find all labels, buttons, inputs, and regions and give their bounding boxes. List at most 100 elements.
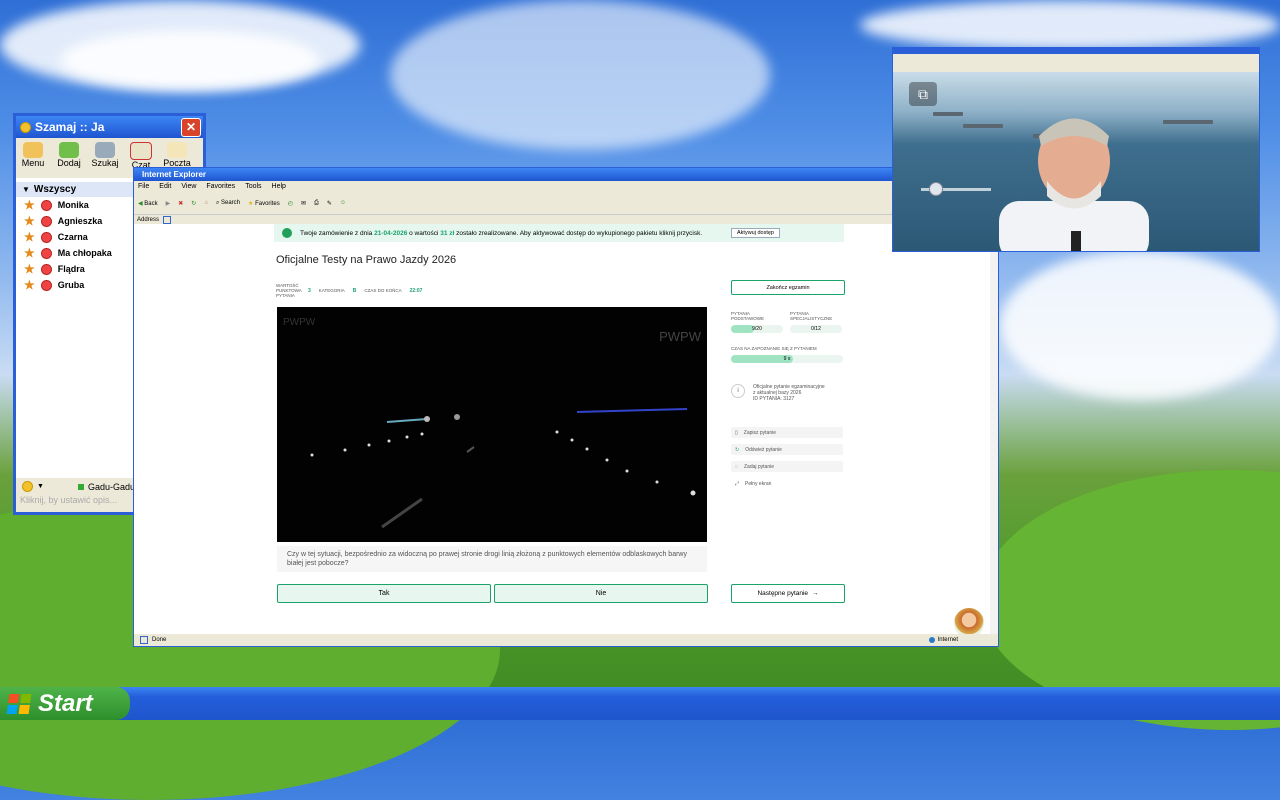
add-icon (59, 142, 79, 158)
end-exam-button[interactable]: Zakończ egzamin (731, 280, 845, 295)
webcam-view: ⧉ (893, 72, 1259, 251)
ie-status-bar: Done Internet (134, 634, 998, 646)
page-title: Oficjalne Testy na Prawo Jazdy 2026 (276, 254, 457, 266)
support-avatar[interactable] (954, 608, 984, 636)
ask-question-button[interactable]: ◌ Zadaj pytanie (731, 461, 843, 472)
star-icon: ★ (24, 262, 35, 276)
fullscreen-button[interactable]: ⤢ Pełny ekran (731, 478, 843, 489)
chat-icon (130, 142, 152, 160)
favorites-button[interactable]: ★ Favorites (248, 200, 280, 207)
page-icon (140, 636, 148, 644)
activate-access-button[interactable]: Aktywuj dostęp (731, 228, 780, 238)
question-text: Czy w tej sytuacji, bezpośrednio za wido… (277, 546, 707, 572)
basic-progress-bar: 9/20 (731, 325, 783, 333)
status-icon (40, 279, 52, 291)
home-icon[interactable]: ⌂ (204, 200, 208, 206)
star-icon: ★ (24, 246, 35, 260)
refresh-icon: ↻ (735, 446, 740, 453)
back-button[interactable]: ◀ Back (138, 200, 158, 207)
exam-meta: WARTOŚĆ PUNKTOWA PYTANIA 3 KATEGORIA B CZA… (276, 283, 423, 298)
question-video[interactable]: PWPW PWPW (277, 307, 707, 542)
time-progress-bar: 9 s (731, 355, 843, 363)
save-question-button[interactable]: ▯ Zapisz pytanie (731, 427, 843, 438)
stop-icon[interactable]: ✖ (178, 200, 183, 207)
mail-icon[interactable]: ✉ (301, 200, 306, 207)
answer-no-button[interactable]: Nie (494, 584, 708, 603)
road-scene (310, 408, 696, 529)
slider-handle[interactable] (929, 182, 943, 196)
chat-icon: ◌ (735, 463, 738, 470)
status-icon (40, 247, 52, 259)
close-icon[interactable]: ✕ (181, 118, 201, 137)
menu-button[interactable]: Menu (20, 142, 46, 174)
network-status-icon (77, 483, 84, 490)
search-button[interactable]: ⌕ Search (216, 200, 240, 207)
internet-zone-icon (928, 637, 935, 643)
pwpw-logo-left: PWPW (283, 317, 316, 328)
folder-icon (23, 142, 43, 158)
menu-favorites[interactable]: Favorites (206, 183, 235, 190)
refresh-question-button[interactable]: ↻ Odśwież pytanie (731, 444, 843, 455)
menu-file[interactable]: File (138, 183, 149, 190)
star-icon: ★ (24, 198, 35, 212)
ie-toolbar: ◀ Back ▶ ✖ ↻ ⌂ ⌕ Search ★ Favorites ◴ ✉ … (134, 192, 998, 215)
ship (933, 112, 963, 116)
edit-icon[interactable]: ✎ (327, 200, 332, 207)
info-icon (282, 228, 292, 238)
scrollbar[interactable] (990, 224, 998, 636)
search-icon (95, 142, 115, 158)
ie-menubar: File Edit View Favorites Tools Help (134, 181, 998, 192)
ie-window: Internet Explorer File Edit View Favorit… (133, 167, 999, 647)
next-question-button[interactable]: Następne pytanie → (731, 584, 845, 603)
menu-help[interactable]: Help (272, 183, 286, 190)
category-select[interactable]: B (353, 288, 357, 294)
forward-icon[interactable]: ▶ (166, 200, 171, 207)
question-info: i Oficjalne pytanie egzaminacyjne z aktua… (731, 384, 843, 402)
webcam-window: ⧉ (892, 47, 1260, 252)
chevron-down-icon[interactable]: ▼ (37, 483, 44, 490)
zoom-icon[interactable]: ⧉ (909, 82, 937, 106)
gadu-title: Szamaj :: Ja (35, 120, 105, 134)
special-progress-bar: 0/12 (790, 325, 842, 333)
chevron-down-icon: ▼ (22, 185, 30, 194)
page-icon (163, 216, 172, 224)
pwpw-logo-right: PWPW (659, 329, 701, 344)
mail-icon (167, 142, 187, 158)
answer-yes-button[interactable]: Tak (277, 584, 491, 603)
special-questions-label: PYTANIA SPECJALISTYCZNE (790, 311, 833, 321)
ie-title: Internet Explorer (134, 168, 998, 181)
add-contact-button[interactable]: Dodaj (56, 142, 82, 174)
taskbar (0, 687, 1280, 720)
web-page: Twoje zamówienie z dnia 21-04-2026 o war… (134, 224, 990, 636)
ship (1163, 120, 1213, 124)
search-icon: ⌕ (215, 199, 220, 206)
presenter-video (999, 118, 1149, 251)
back-icon: ◀ (138, 200, 143, 207)
windows-logo-icon (6, 693, 32, 714)
webcam-toolbar (893, 54, 1259, 72)
star-icon: ★ (24, 214, 35, 228)
timer: 22:07 (409, 287, 423, 294)
time-to-read-label: CZAS NA ZAPOZNANIE SIĘ Z PYTANIEM (731, 346, 817, 351)
menu-edit[interactable]: Edit (159, 183, 171, 190)
star-icon: ★ (24, 278, 35, 292)
gadu-titlebar: Szamaj :: Ja ✕ (16, 116, 203, 138)
search-button[interactable]: Szukaj (92, 142, 119, 174)
status-icon (40, 263, 52, 275)
expand-icon: ⤢ (735, 480, 740, 487)
history-icon[interactable]: ◴ (288, 200, 293, 207)
menu-view[interactable]: View (181, 183, 196, 190)
status-selector-icon[interactable] (22, 481, 33, 492)
star-icon: ★ (24, 230, 35, 244)
print-icon[interactable]: ⎙ (314, 200, 319, 207)
menu-tools[interactable]: Tools (245, 183, 261, 190)
start-button[interactable]: Start (0, 687, 130, 720)
messenger-icon[interactable]: ☺ (340, 200, 346, 206)
basic-questions-label: PYTANIA PODSTAWOWE (731, 311, 764, 321)
basic-progress-fill (731, 325, 755, 333)
refresh-icon[interactable]: ↻ (191, 200, 196, 207)
address-label: Address (137, 217, 160, 223)
order-banner: Twoje zamówienie z dnia 21-04-2026 o war… (274, 224, 844, 242)
status-icon (40, 199, 52, 211)
banner-text: Twoje zamówienie z dnia 21-04-2026 o war… (300, 229, 703, 237)
